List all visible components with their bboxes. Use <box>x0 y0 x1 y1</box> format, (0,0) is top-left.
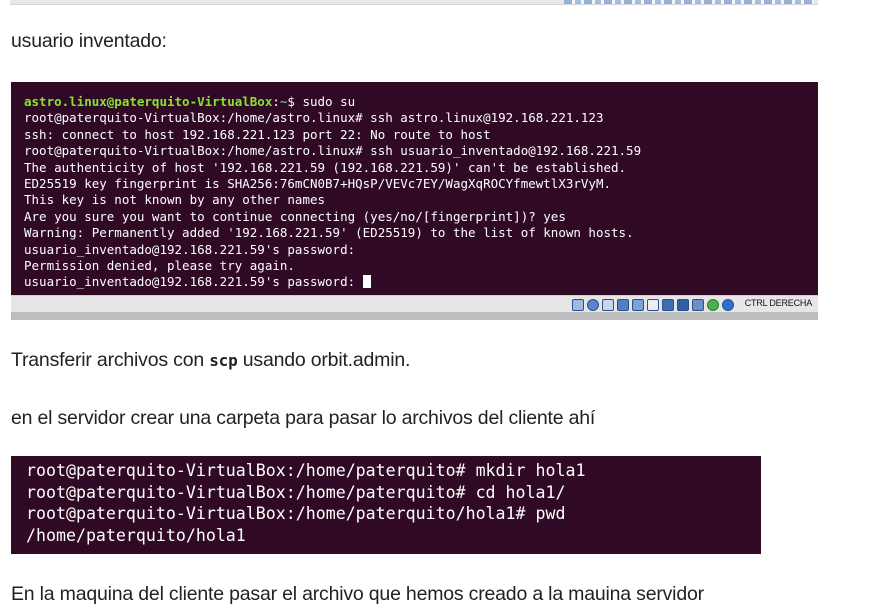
statusbar-icons-strip <box>564 0 814 4</box>
prompt-separator: : <box>272 94 280 109</box>
terminal-line: root@paterquito-VirtualBox:/home/paterqu… <box>26 482 566 502</box>
paragraph-transferir-archivos: Transferir archivos con scp usando orbit… <box>11 349 410 372</box>
optical-disk-icon[interactable] <box>587 298 599 311</box>
keyboard-icon[interactable] <box>722 298 734 311</box>
cpu-icon[interactable] <box>692 298 704 311</box>
video-capture-icon[interactable] <box>677 298 689 311</box>
terminal-line-password: usuario_inventado@192.168.221.59's passw… <box>24 274 363 290</box>
screenshot-bottom-edge <box>11 312 818 320</box>
display-icon[interactable] <box>662 298 674 311</box>
terminal-line: Warning: Permanently added '192.168.221.… <box>24 225 634 241</box>
terminal-line: root@paterquito-VirtualBox:/home/paterqu… <box>26 461 586 480</box>
terminal-screenshot-mkdir: root@paterquito-VirtualBox:/home/paterqu… <box>11 456 761 554</box>
host-key-label: CTRL DERECHA <box>744 298 812 308</box>
terminal-cursor <box>362 275 371 289</box>
inline-code-scp: scp <box>209 351 238 370</box>
terminal-output: root@paterquito-VirtualBox:/home/paterqu… <box>26 460 585 546</box>
vm-statusbar-icons <box>572 297 734 312</box>
vm-statusbar: CTRL DERECHA <box>11 295 818 313</box>
paragraph-text: Transferir archivos con <box>11 349 210 371</box>
terminal-output: astro.linux@paterquito-VirtualBox:~$ sud… <box>24 94 641 291</box>
paragraph-crear-carpeta: en el servidor crear una carpeta para pa… <box>11 407 596 429</box>
usb-icon[interactable] <box>632 298 644 311</box>
network-icon[interactable] <box>617 298 629 311</box>
paragraph-text: usando orbit.admin. <box>237 349 411 371</box>
hard-disk-icon[interactable] <box>572 298 584 311</box>
terminal-line: Are you sure you want to continue connec… <box>24 208 566 224</box>
paragraph-maquina-cliente: En la maquina del cliente pasar el archi… <box>11 583 704 605</box>
previous-screenshot-edge <box>10 0 818 5</box>
terminal-line: root@paterquito-VirtualBox:/home/paterqu… <box>26 504 566 524</box>
paragraph-usuario-inventado: usuario inventado: <box>11 30 167 52</box>
prompt-command: $ sudo su <box>287 94 356 109</box>
terminal-line: root@paterquito-VirtualBox:/home/astro.l… <box>24 143 642 159</box>
terminal-line: root@paterquito-VirtualBox:/home/astro.l… <box>24 110 604 126</box>
shared-folder-icon[interactable] <box>647 298 659 311</box>
audio-icon[interactable] <box>602 298 614 311</box>
terminal-screenshot-ssh: astro.linux@paterquito-VirtualBox:~$ sud… <box>11 82 818 295</box>
mouse-integration-icon[interactable] <box>707 298 719 311</box>
terminal-line: /home/paterquito/hola1 <box>26 525 246 545</box>
terminal-line: Permission denied, please try again. <box>24 258 295 274</box>
prompt-user: astro.linux@paterquito-VirtualBox <box>24 94 273 109</box>
terminal-line: ssh: connect to host 192.168.221.123 por… <box>24 126 491 142</box>
terminal-line: The authenticity of host '192.168.221.59… <box>24 159 627 175</box>
terminal-line: usuario_inventado@192.168.221.59's passw… <box>24 241 356 257</box>
terminal-line: ED25519 key fingerprint is SHA256:76mCN0… <box>24 176 611 192</box>
terminal-line: This key is not known by any other names <box>24 192 326 208</box>
